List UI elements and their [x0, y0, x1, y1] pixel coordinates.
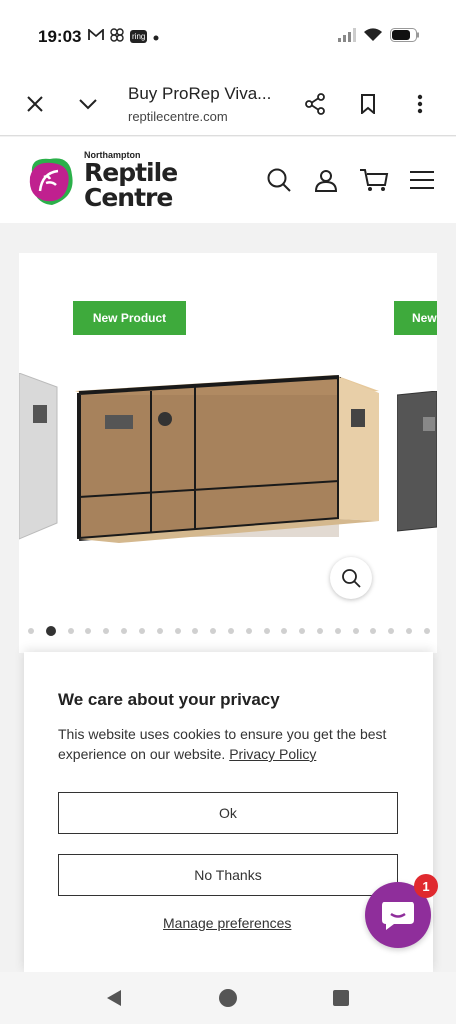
- browser-toolbar: Buy ProRep Viva... reptilecentre.com: [0, 70, 456, 136]
- cart-icon: [360, 169, 389, 191]
- manage-preferences-link[interactable]: Manage preferences: [163, 915, 291, 931]
- logo-line-1: Reptile: [84, 158, 178, 187]
- carousel-dot[interactable]: [28, 628, 34, 634]
- cart-button[interactable]: [358, 164, 390, 196]
- battery-icon: [390, 28, 420, 47]
- logo-line-2: Centre: [84, 183, 173, 212]
- gmail-icon: [88, 28, 104, 44]
- carousel-dot[interactable]: [317, 628, 323, 634]
- carousel-dot[interactable]: [103, 628, 110, 634]
- back-button[interactable]: [104, 988, 124, 1008]
- privacy-policy-link[interactable]: Privacy Policy: [229, 746, 316, 762]
- carousel-dot[interactable]: [138, 628, 145, 634]
- menu-button[interactable]: [406, 164, 438, 196]
- carousel-dot[interactable]: [334, 628, 341, 634]
- system-icons: [338, 28, 420, 47]
- share-button[interactable]: [299, 88, 331, 120]
- user-icon: [314, 170, 338, 192]
- zoom-button[interactable]: [330, 557, 372, 599]
- pinwheel-icon: [110, 28, 124, 45]
- carousel-indicator: [28, 626, 430, 636]
- next-product-image[interactable]: [397, 391, 437, 533]
- site-header: Northampton Reptile Centre: [0, 137, 456, 223]
- zoom-icon: [342, 569, 361, 588]
- dot-icon: [153, 29, 159, 44]
- more-menu-button[interactable]: [404, 88, 436, 120]
- carousel-dot[interactable]: [174, 628, 181, 634]
- account-button[interactable]: [310, 164, 342, 196]
- bookmark-icon: [361, 94, 375, 114]
- no-thanks-button[interactable]: No Thanks: [58, 854, 398, 896]
- carousel-dot[interactable]: [210, 628, 217, 634]
- carousel-dot[interactable]: [245, 628, 252, 634]
- chat-bubble-icon: [382, 902, 414, 930]
- home-button[interactable]: [218, 988, 238, 1008]
- privacy-message: This website uses cookies to ensure you …: [58, 724, 408, 764]
- carousel-dot[interactable]: [423, 628, 430, 634]
- carousel-dot[interactable]: [370, 628, 377, 634]
- carousel-dot[interactable]: [388, 628, 395, 634]
- carousel-dot[interactable]: [352, 628, 359, 634]
- search-icon: [267, 168, 291, 192]
- privacy-heading: We care about your privacy: [58, 690, 280, 709]
- ring-icon: ring: [130, 30, 148, 43]
- close-tab-button[interactable]: [19, 88, 51, 120]
- chevron-down-icon: [79, 99, 97, 110]
- wifi-icon: [364, 28, 382, 47]
- hamburger-icon: [410, 171, 434, 189]
- carousel-dot-active[interactable]: [45, 626, 56, 636]
- carousel-dot[interactable]: [156, 628, 163, 634]
- close-icon: [27, 96, 43, 112]
- carousel-dot[interactable]: [406, 628, 413, 634]
- notification-icons: ring: [88, 28, 159, 45]
- chat-unread-badge: 1: [414, 874, 438, 898]
- share-icon: [305, 93, 325, 115]
- back-triangle-icon: [107, 990, 121, 1006]
- signal-icon: [338, 28, 356, 47]
- bookmark-button[interactable]: [352, 88, 384, 120]
- recents-square-icon: [333, 990, 349, 1006]
- leaf-logo-icon: [29, 157, 73, 205]
- carousel-dot[interactable]: [281, 628, 288, 634]
- recents-button[interactable]: [331, 988, 351, 1008]
- browser-url[interactable]: reptilecentre.com: [128, 109, 228, 124]
- product-image[interactable]: [75, 371, 381, 547]
- status-time: 19:03: [38, 27, 82, 46]
- carousel-dot[interactable]: [299, 628, 306, 634]
- prev-product-image[interactable]: [19, 373, 59, 543]
- carousel-dot[interactable]: [67, 628, 74, 634]
- search-button[interactable]: [263, 164, 295, 196]
- status-bar: 19:03 ring: [0, 0, 456, 70]
- product-gallery[interactable]: New Product New: [19, 253, 437, 653]
- carousel-dot[interactable]: [192, 628, 199, 634]
- logo-text: Northampton Reptile Centre: [84, 151, 178, 212]
- privacy-message-text: This website uses cookies to ensure you …: [58, 726, 387, 762]
- site-logo[interactable]: Northampton Reptile Centre: [26, 151, 178, 212]
- expand-button[interactable]: [72, 88, 104, 120]
- carousel-dot[interactable]: [227, 628, 234, 634]
- home-circle-icon: [219, 989, 237, 1007]
- browser-page-title[interactable]: Buy ProRep Viva...: [128, 84, 271, 104]
- new-product-badge-next: New: [394, 301, 437, 335]
- carousel-dot[interactable]: [121, 628, 128, 634]
- new-product-badge: New Product: [73, 301, 186, 335]
- carousel-dot[interactable]: [263, 628, 270, 634]
- ok-button[interactable]: Ok: [58, 792, 398, 834]
- system-nav-bar: [0, 972, 456, 1024]
- carousel-dot[interactable]: [85, 628, 92, 634]
- more-vertical-icon: [417, 94, 423, 114]
